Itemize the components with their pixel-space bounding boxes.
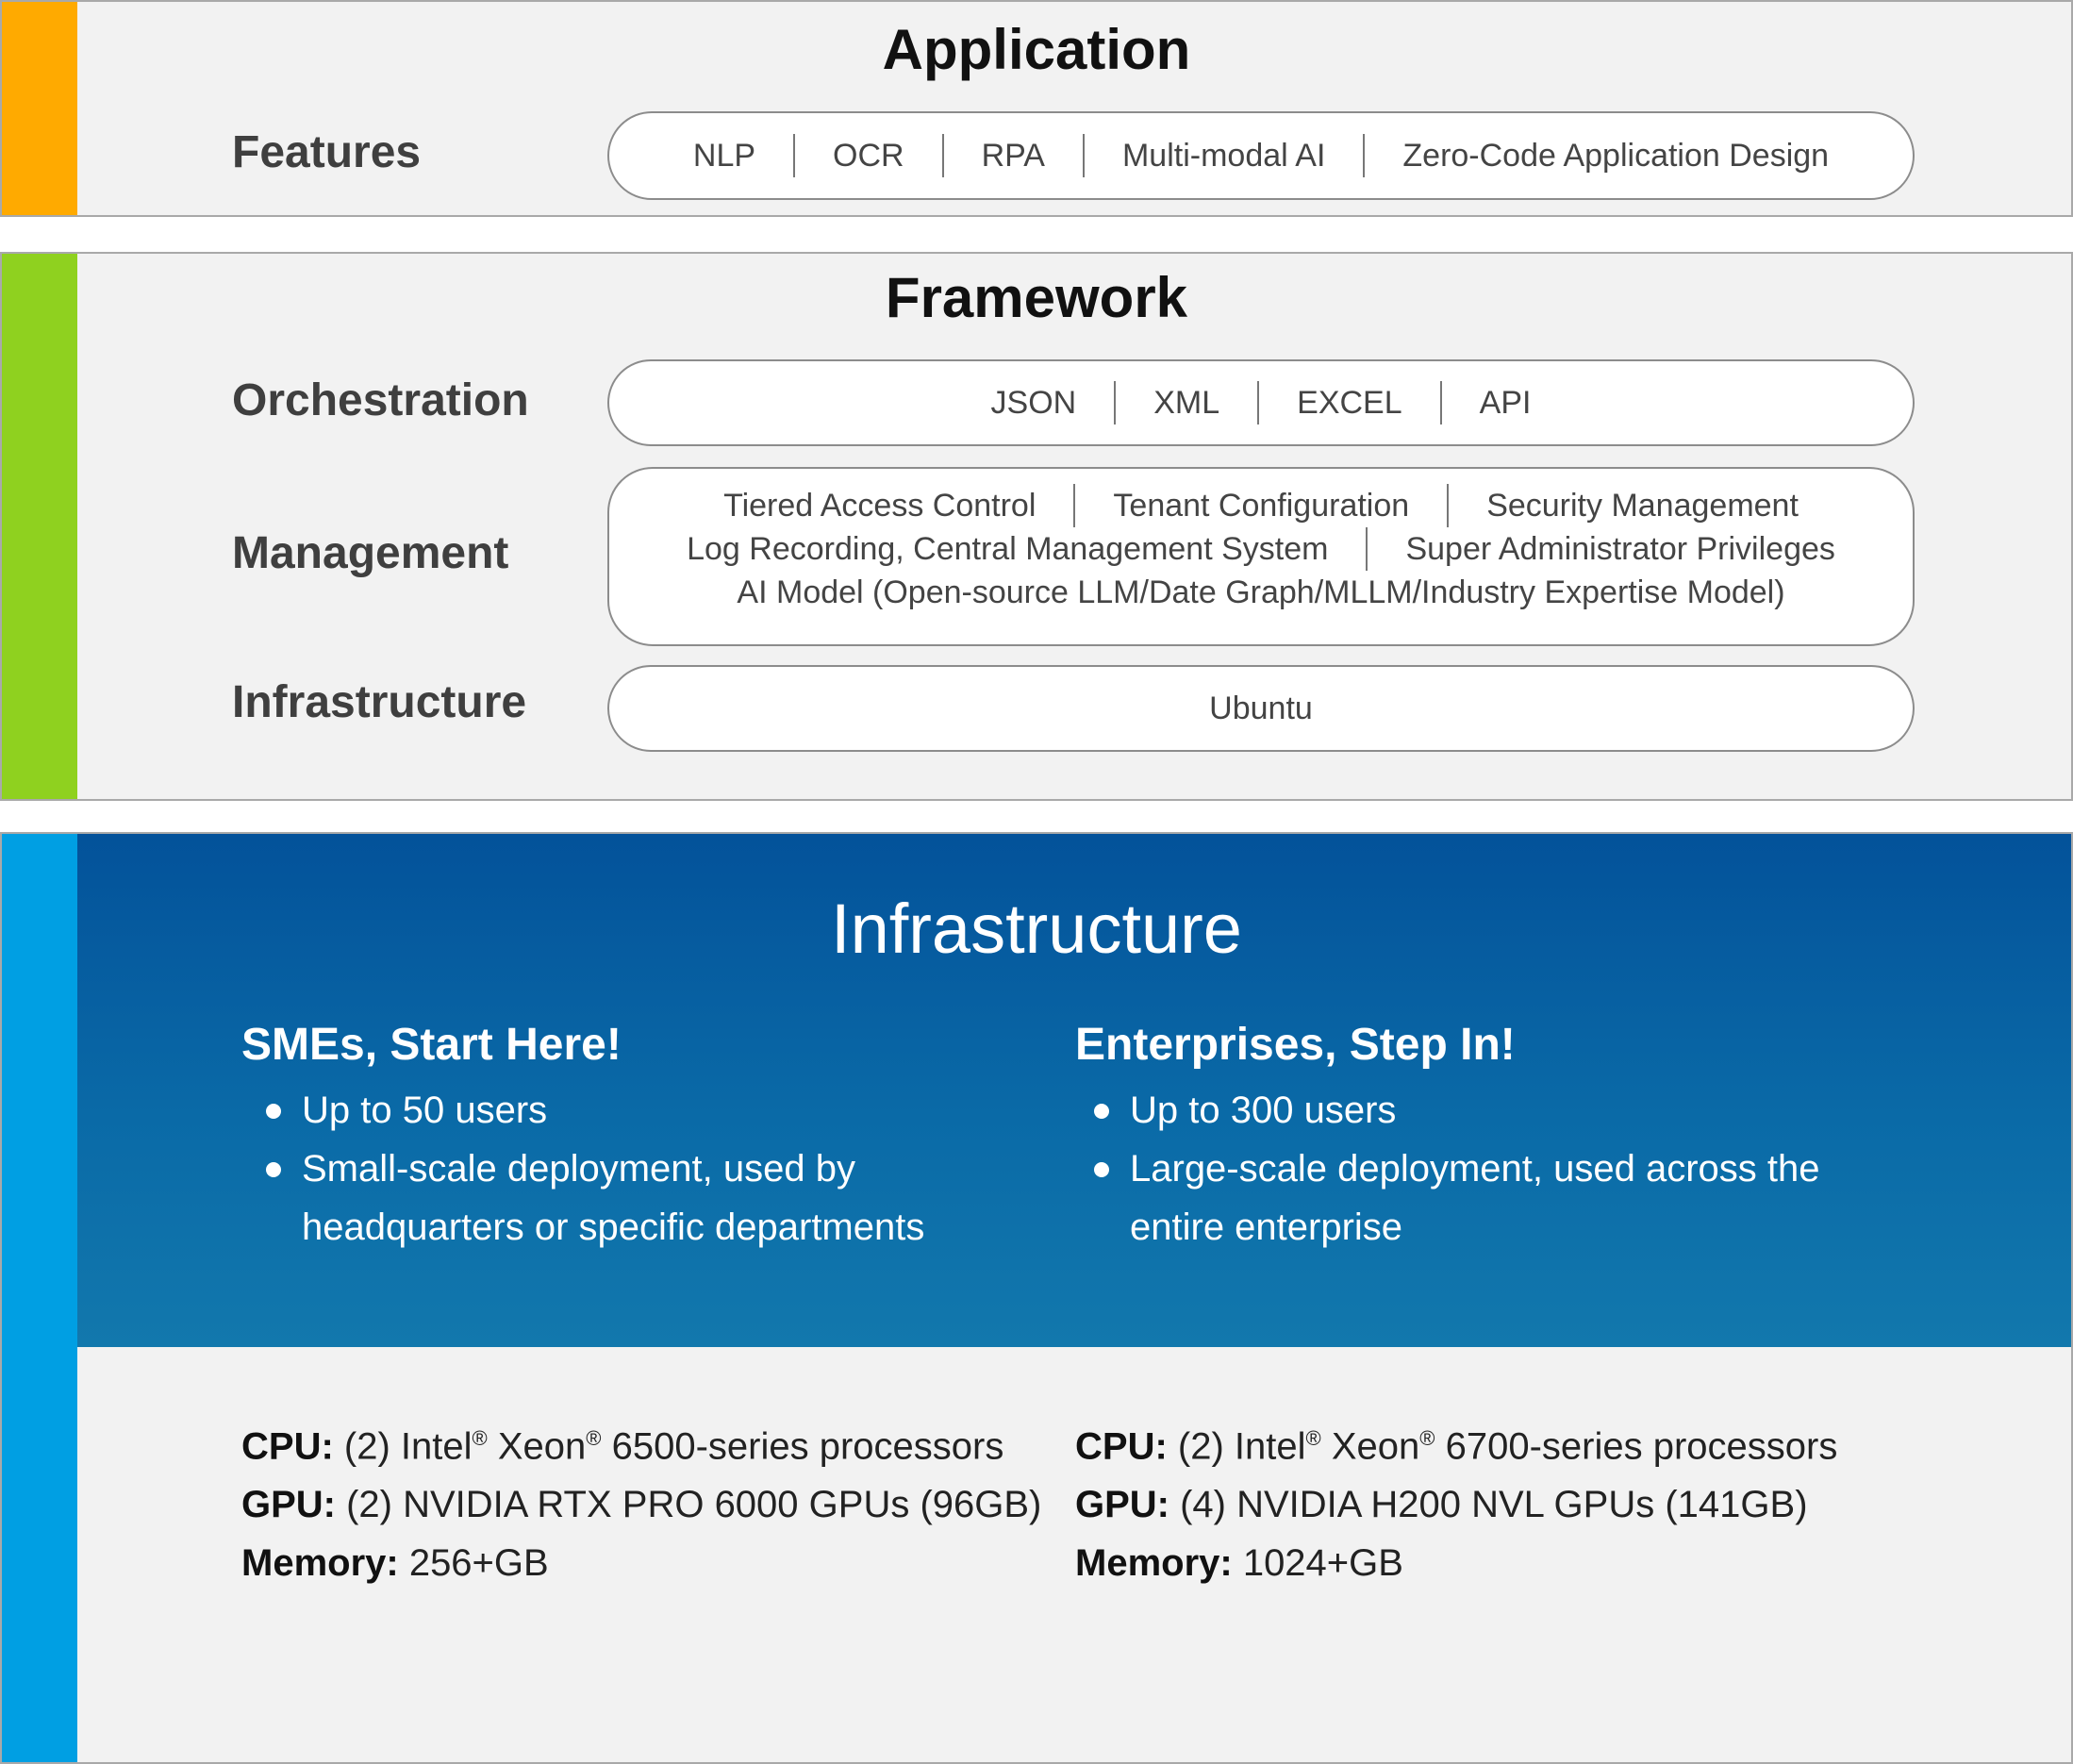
enterprise-deployment-text-1: Large-scale deployment, used across the	[1130, 1148, 1820, 1190]
gpu-label: GPU:	[241, 1484, 336, 1526]
cpu-text: Xeon	[1320, 1425, 1420, 1468]
separator	[1073, 484, 1076, 527]
orchestration-json: JSON	[990, 384, 1077, 421]
mgmt-super-admin: Super Administrator Privileges	[1405, 531, 1835, 567]
orchestration-label: Orchestration	[232, 375, 529, 425]
separator	[941, 134, 944, 177]
cpu-text: (2) Intel	[333, 1425, 473, 1468]
bullet-dot	[1094, 1162, 1109, 1177]
separator	[1439, 381, 1442, 424]
separator	[1366, 527, 1368, 571]
enterprise-memory-spec: Memory: 1024+GB	[1075, 1534, 1837, 1592]
mgmt-security: Security Management	[1486, 488, 1799, 524]
bullet-dot	[1094, 1104, 1109, 1119]
orchestration-excel: EXCEL	[1297, 384, 1402, 421]
feature-rpa: RPA	[981, 137, 1045, 174]
sme-users-text: Up to 50 users	[302, 1090, 548, 1131]
separator	[1363, 134, 1366, 177]
application-title: Application	[882, 18, 1191, 81]
cpu-text: 6700-series processors	[1435, 1425, 1838, 1468]
mgmt-ai-model: AI Model (Open-source LLM/Date Graph/MLL…	[737, 574, 1785, 610]
sme-heading: SMEs, Start Here!	[241, 1020, 622, 1070]
bullet-dot	[266, 1162, 281, 1177]
enterprise-heading: Enterprises, Step In!	[1075, 1020, 1516, 1070]
features-label: Features	[232, 127, 422, 177]
separator	[793, 134, 796, 177]
infrastructure-section: Infrastructure SMEs, Start Here! Up to 5…	[0, 832, 2073, 1764]
framework-infrastructure-label: Infrastructure	[232, 677, 527, 727]
separator	[1447, 484, 1450, 527]
infrastructure-title: Infrastructure	[831, 890, 1242, 968]
memory-text: 256+GB	[398, 1542, 549, 1585]
gpu-text: (4) NVIDIA H200 NVL GPUs (141GB)	[1169, 1484, 1808, 1526]
registered-mark: ®	[586, 1426, 602, 1450]
enterprise-specs: CPU: (2) Intel® Xeon® 6700-series proces…	[1075, 1409, 1837, 1592]
framework-color-strip	[2, 254, 77, 799]
cpu-text: 6500-series processors	[601, 1425, 1004, 1468]
mgmt-tenant-config: Tenant Configuration	[1113, 488, 1410, 524]
sme-specs: CPU: (2) Intel® Xeon® 6500-series proces…	[241, 1409, 1041, 1592]
separator	[1257, 381, 1260, 424]
cpu-text: Xeon	[487, 1425, 587, 1468]
orchestration-api: API	[1479, 384, 1532, 421]
mgmt-tiered-access: Tiered Access Control	[723, 488, 1036, 524]
separator	[1114, 381, 1117, 424]
feature-ocr: OCR	[833, 137, 904, 174]
sme-bullet-list: Up to 50 users Small-scale deployment, u…	[249, 1081, 924, 1256]
feature-zero-code: Zero-Code Application Design	[1402, 137, 1830, 174]
feature-nlp: NLP	[692, 137, 756, 174]
memory-label: Memory:	[241, 1542, 399, 1585]
registered-mark: ®	[1419, 1426, 1435, 1450]
registered-mark: ®	[1305, 1426, 1321, 1450]
enterprise-gpu-spec: GPU: (4) NVIDIA H200 NVL GPUs (141GB)	[1075, 1475, 1837, 1534]
sme-deployment-text-1: Small-scale deployment, used by	[302, 1148, 855, 1190]
memory-label: Memory:	[1075, 1542, 1233, 1585]
enterprise-bullet-users: Up to 300 users	[1077, 1081, 1820, 1140]
framework-title: Framework	[885, 266, 1188, 329]
sme-bullet-users: Up to 50 users	[249, 1081, 924, 1140]
gpu-label: GPU:	[1075, 1484, 1169, 1526]
sme-bullet-deployment: Small-scale deployment, used by headquart…	[249, 1140, 924, 1256]
bullet-dot	[266, 1104, 281, 1119]
infrastructure-ubuntu: Ubuntu	[1209, 690, 1313, 726]
application-section: Application Features NLP OCR RPA Multi-m…	[0, 0, 2073, 217]
enterprise-bullet-deployment: Large-scale deployment, used across the e…	[1077, 1140, 1820, 1256]
management-pill: Tiered Access Control Tenant Configurati…	[607, 467, 1915, 646]
sme-memory-spec: Memory: 256+GB	[241, 1534, 1041, 1592]
sme-cpu-spec: CPU: (2) Intel® Xeon® 6500-series proces…	[241, 1409, 1041, 1475]
enterprise-bullet-list: Up to 300 users Large-scale deployment, …	[1077, 1081, 1820, 1256]
features-pill: NLP OCR RPA Multi-modal AI Zero-Code App…	[607, 111, 1915, 200]
orchestration-xml: XML	[1153, 384, 1220, 421]
memory-text: 1024+GB	[1232, 1542, 1403, 1585]
infrastructure-color-strip	[2, 834, 77, 1762]
gpu-text: (2) NVIDIA RTX PRO 6000 GPUs (96GB)	[336, 1484, 1042, 1526]
mgmt-log-recording: Log Recording, Central Management System	[687, 531, 1329, 567]
sme-gpu-spec: GPU: (2) NVIDIA RTX PRO 6000 GPUs (96GB)	[241, 1475, 1041, 1534]
framework-section: Framework Orchestration JSON XML EXCEL A…	[0, 252, 2073, 801]
infrastructure-pill: Ubuntu	[607, 665, 1915, 752]
cpu-label: CPU:	[241, 1425, 334, 1468]
registered-mark: ®	[472, 1426, 488, 1450]
cpu-text: (2) Intel	[1167, 1425, 1306, 1468]
enterprise-cpu-spec: CPU: (2) Intel® Xeon® 6700-series proces…	[1075, 1409, 1837, 1475]
enterprise-deployment-text-2: entire enterprise	[1130, 1207, 1403, 1248]
cpu-label: CPU:	[1075, 1425, 1168, 1468]
separator	[1082, 134, 1085, 177]
management-label: Management	[232, 528, 509, 578]
enterprise-users-text: Up to 300 users	[1130, 1090, 1397, 1131]
feature-multimodal-ai: Multi-modal AI	[1121, 137, 1326, 174]
orchestration-pill: JSON XML EXCEL API	[607, 359, 1915, 446]
sme-deployment-text-2: headquarters or specific departments	[302, 1207, 925, 1248]
